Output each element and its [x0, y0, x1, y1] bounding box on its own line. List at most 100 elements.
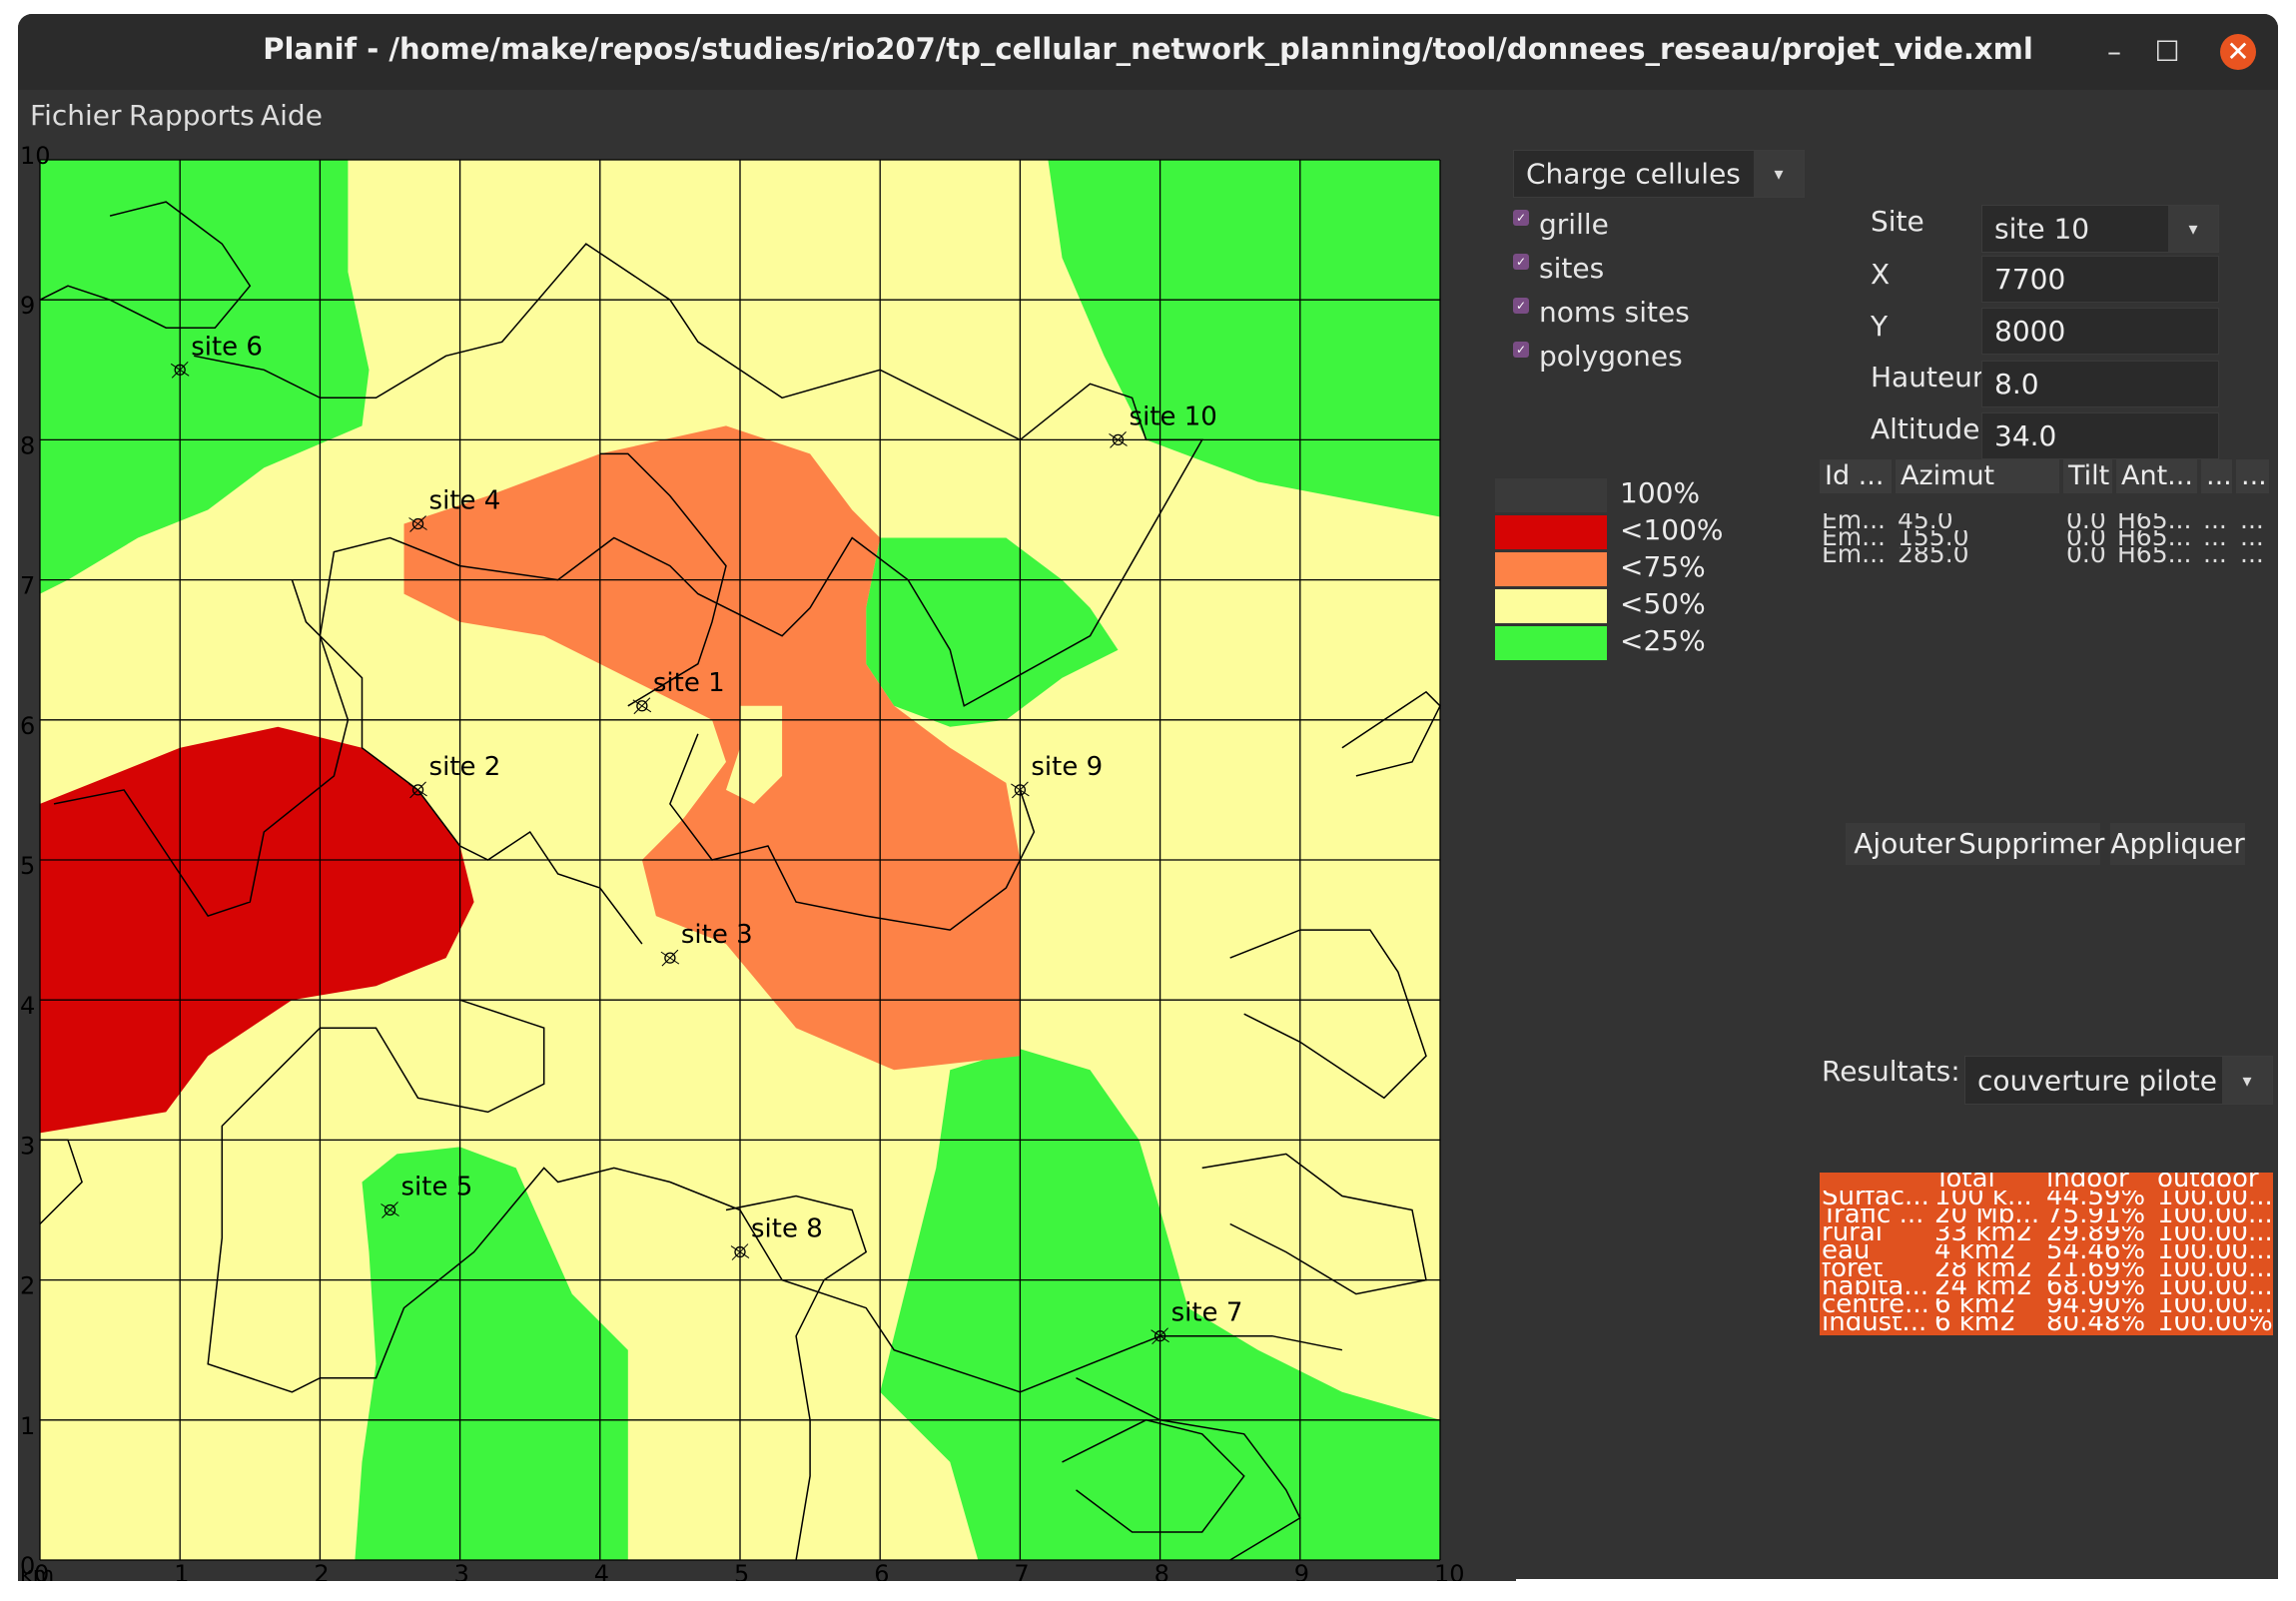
table-cell: ...	[2240, 513, 2264, 530]
site-name-label: site 9	[1031, 752, 1103, 782]
results-cell: centre...	[1822, 1298, 1929, 1316]
site-name-label: site 3	[681, 920, 753, 950]
table-cell: H65...	[2117, 530, 2192, 547]
results-row: rural 33 km2 29.89% 100.00...	[1820, 1226, 2273, 1244]
site-label: Site	[1871, 205, 1924, 238]
results-row: centre... 6 km2 94.90% 100.00...	[1820, 1298, 2273, 1316]
site-select[interactable]: site 10 ▾	[1981, 205, 2219, 253]
results-row: habita... 24 km2 68.09% 100.00...	[1820, 1280, 2273, 1298]
results-cell: 28 km2	[1934, 1262, 2033, 1280]
display-mode-value: Charge cellules	[1526, 157, 1741, 191]
results-cell: 100.00...	[2157, 1208, 2273, 1226]
table-row[interactable]: Em... 155.0 0.0 H65.........	[1822, 530, 2269, 547]
menu-aide[interactable]: Aide	[261, 99, 323, 132]
results-cell: 100.00...	[2157, 1262, 2273, 1280]
y-tick-label: 4	[20, 992, 35, 1020]
x-tick-label: 5	[734, 1560, 749, 1581]
table-cell: 155.0	[1898, 530, 1969, 547]
x-tick-label: 8	[1154, 1560, 1169, 1581]
results-cell: 44.59%	[2046, 1191, 2146, 1208]
results-row: Surfac... 100 k... 44.59% 100.00...	[1820, 1191, 2273, 1208]
apply-button[interactable]: Appliquer	[2110, 823, 2245, 865]
close-button[interactable]: ✕	[2220, 34, 2256, 70]
add-button[interactable]: Ajouter	[1846, 823, 1963, 865]
table-cell: 0.0	[2066, 513, 2106, 530]
checkbox-grille[interactable]: ✓ grille	[1513, 208, 1609, 241]
x-label: X	[1871, 258, 1891, 291]
results-cell: 100 k...	[1934, 1191, 2032, 1208]
col-header-extra1[interactable]: ...	[2201, 459, 2232, 493]
results-cell: indoor	[2046, 1173, 2129, 1191]
results-cell: rural	[1822, 1226, 1884, 1244]
results-cell: Total	[1934, 1173, 1995, 1191]
x-tick-label: 2	[314, 1560, 329, 1581]
table-cell: Em...	[1822, 513, 1886, 530]
coverage-map[interactable]: site 1 site 2 site 3 site 4 site 5 site 6 site…	[18, 138, 1516, 1581]
table-cell: 0.0	[2066, 547, 2106, 564]
results-row: indust... 6 km2 80.48% 100.00%	[1820, 1316, 2273, 1334]
col-header-id[interactable]: Id ...	[1820, 459, 1892, 493]
legend-label: <25%	[1620, 624, 1706, 657]
x-tick-label: 10	[1434, 1560, 1465, 1581]
check-icon: ✓	[1513, 210, 1529, 226]
results-cell: eau	[1822, 1244, 1871, 1262]
menu-rapports[interactable]: Rapports	[129, 99, 255, 132]
col-header-extra2[interactable]: ...	[2236, 459, 2269, 493]
results-cell: 100.00...	[2157, 1298, 2273, 1316]
results-select-value: couverture pilote	[1977, 1064, 2217, 1097]
results-cell: 68.09%	[2046, 1280, 2146, 1298]
legend-label: <100%	[1620, 513, 1724, 546]
results-cell: 100.00...	[2157, 1244, 2273, 1262]
table-cell: Em...	[1822, 547, 1886, 564]
table-cell: ...	[2240, 547, 2264, 564]
unit-label: km	[20, 1563, 54, 1581]
legend-swatch	[1495, 589, 1607, 623]
y-field[interactable]: 8000	[1981, 308, 2219, 355]
col-header-azimut[interactable]: Azimut	[1896, 459, 2059, 493]
results-cell: habita...	[1822, 1280, 1929, 1298]
results-row: eau 4 km2 54.46% 100.00...	[1820, 1244, 2273, 1262]
display-mode-select[interactable]: Charge cellules ▾	[1513, 150, 1805, 198]
table-row[interactable]: Em... 45.0 0.0 H65.........	[1822, 513, 2269, 530]
results-cell: 100.00...	[2157, 1226, 2273, 1244]
maximize-button[interactable]: ☐	[2149, 34, 2185, 70]
legend-swatch	[1495, 515, 1607, 549]
site-name-label: site 2	[429, 752, 501, 782]
x-field[interactable]: 7700	[1981, 256, 2219, 303]
menu-fichier[interactable]: Fichier	[30, 99, 122, 132]
x-tick-label: 6	[874, 1560, 889, 1581]
results-cell: Surfac...	[1822, 1191, 1929, 1208]
y-tick-label: 3	[20, 1132, 35, 1160]
checkbox-polygones[interactable]: ✓ polygones	[1513, 340, 1683, 373]
results-cell: 100.00...	[2157, 1280, 2273, 1298]
col-header-tilt[interactable]: Tilt	[2063, 459, 2112, 493]
results-cell: 54.46%	[2046, 1244, 2146, 1262]
site-name-label: site 4	[429, 486, 501, 516]
results-cell: 20 Mb...	[1934, 1208, 2040, 1226]
title-bar[interactable]: Planif - /home/make/repos/studies/rio207…	[18, 14, 2278, 90]
minimize-button[interactable]: –	[2096, 34, 2132, 70]
table-cell: ...	[2240, 530, 2264, 547]
remove-button[interactable]: Supprimer	[1958, 823, 2104, 865]
results-cell: 100.00%	[2157, 1316, 2273, 1334]
height-field[interactable]: 8.0	[1981, 361, 2219, 407]
checkbox-noms-sites[interactable]: ✓ noms sites	[1513, 296, 1690, 329]
checkbox-sites[interactable]: ✓ sites	[1513, 252, 1604, 285]
results-cell: indust...	[1822, 1316, 1927, 1334]
results-cell: 80.48%	[2046, 1316, 2146, 1334]
y-tick-label: 5	[20, 852, 35, 880]
table-cell: ...	[2203, 547, 2227, 564]
legend-label: <75%	[1620, 550, 1706, 583]
height-label: Hauteur	[1871, 361, 1984, 394]
y-tick-label: 8	[20, 431, 35, 459]
results-cell: 6 km2	[1934, 1298, 2016, 1316]
results-select[interactable]: couverture pilote ▾	[1964, 1056, 2273, 1105]
y-label: Y	[1871, 310, 1889, 343]
site-name-label: site 5	[401, 1173, 473, 1202]
table-cell: 0.0	[2066, 530, 2106, 547]
altitude-field[interactable]: 34.0	[1981, 412, 2219, 459]
col-header-antenna[interactable]: Ant...	[2116, 459, 2197, 493]
results-cell: Trafic ...	[1822, 1208, 1924, 1226]
site-name-label: site 1	[653, 668, 725, 698]
table-row[interactable]: Em... 285.0 0.0 H65.........	[1822, 547, 2269, 564]
